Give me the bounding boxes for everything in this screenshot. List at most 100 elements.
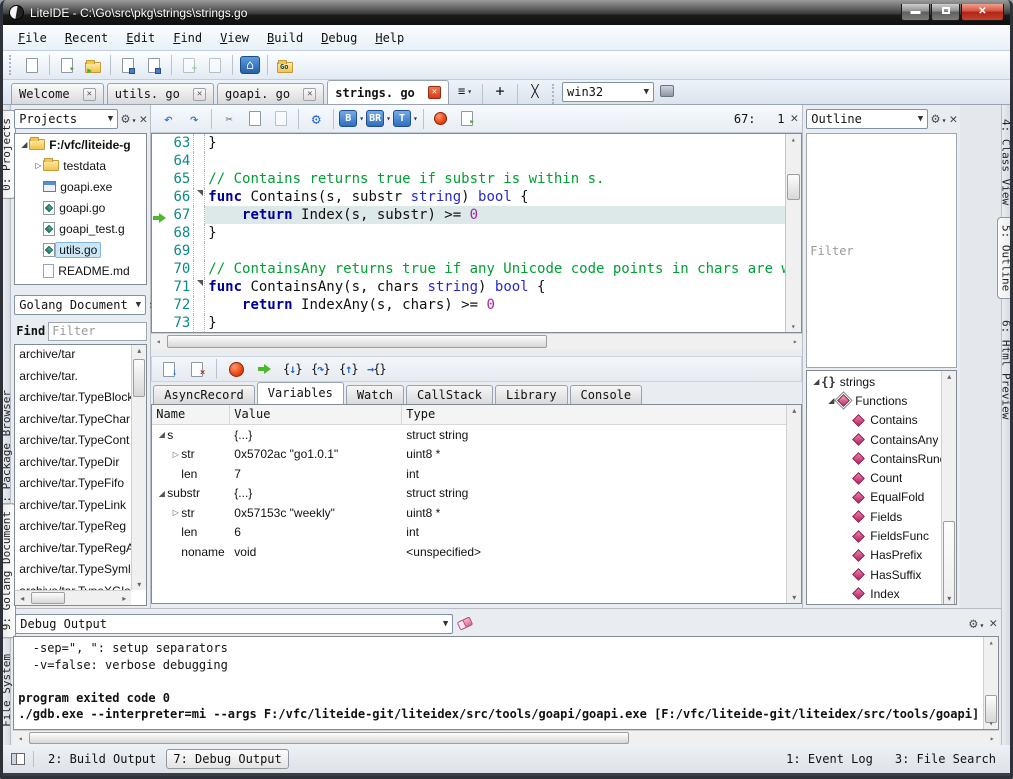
block-text-button[interactable]: T▾ <box>393 107 418 131</box>
save-all-icon[interactable] <box>142 53 166 77</box>
block-edit-button[interactable]: B▾ <box>339 107 364 131</box>
code-line-70[interactable]: 70// ContainsAny returns true if any Uni… <box>152 260 785 278</box>
outline-item-fieldsfunc[interactable]: FieldsFunc <box>807 526 941 545</box>
copy-icon[interactable] <box>243 107 267 131</box>
debug-tab-library[interactable]: Library <box>495 385 568 404</box>
open-file-icon[interactable]: ▸ <box>55 53 79 77</box>
doc-browser-combo[interactable]: Golang Document ▼ <box>14 295 146 315</box>
variable-row[interactable]: ◢substr{...}struct string <box>152 484 786 504</box>
open-folder-icon[interactable]: ▸ <box>81 53 105 77</box>
column-header-name[interactable]: Name <box>152 405 230 424</box>
tree-expander-icon[interactable]: ▷ <box>33 161 43 170</box>
menu-debug[interactable]: Debug <box>312 28 366 48</box>
code-line-67[interactable]: 67 return Index(s, substr) >= 0 <box>152 206 785 224</box>
menu-view[interactable]: View <box>211 28 258 48</box>
scroll-down-icon[interactable]: ▾ <box>942 594 956 603</box>
scroll-down-icon[interactable]: ▾ <box>132 580 146 589</box>
tree-expander-icon[interactable]: ▷ <box>170 508 181 517</box>
code-editor[interactable]: 63}6465// Contains returns true if subst… <box>151 133 802 333</box>
outline-item-strings[interactable]: ◢{}strings <box>807 372 941 391</box>
close-all-icon[interactable]: ╳ <box>523 79 547 103</box>
panel-gear-icon[interactable]: ⚙▾ <box>931 111 946 127</box>
tab-close-icon[interactable]: ✕ <box>193 88 206 101</box>
doc-list-item[interactable]: archive/tar.TypeChar <box>19 412 131 434</box>
go-env-icon[interactable]: Go <box>273 53 297 77</box>
outline-item-hassuffix[interactable]: HasSuffix <box>807 565 941 584</box>
tree-item-goapi-go[interactable]: goapi.go <box>15 197 146 218</box>
status--file-search[interactable]: 3: File Search <box>889 750 1002 768</box>
outline-item-equalfold[interactable]: EqualFold <box>807 488 941 507</box>
code-line-71[interactable]: 71func ContainsAny(s, chars string) bool… <box>152 278 785 296</box>
scroll-right-icon[interactable]: ▸ <box>985 734 999 743</box>
tree-item-readme-md[interactable]: README.md <box>15 260 146 281</box>
doc-list-item[interactable]: archive/tar.TypeCont <box>19 433 131 455</box>
open-file-list-icon[interactable]: ≡▾ <box>453 79 477 103</box>
stop-debug-icon[interactable] <box>224 357 248 381</box>
outline-item-count[interactable]: Count <box>807 468 941 487</box>
doc-list-item[interactable]: archive/tar.TypeBlock <box>19 390 131 412</box>
variable-row[interactable]: len6int <box>152 523 786 543</box>
code-line-66[interactable]: 66func Contains(s, substr string) bool { <box>152 188 785 206</box>
outline-vscrollbar[interactable]: ▴ ≡ ▾ <box>941 371 956 604</box>
scroll-right-icon[interactable]: ▸ <box>117 594 131 603</box>
tree-expander-icon[interactable]: ◢ <box>156 430 167 439</box>
tab-close-icon[interactable]: ✕ <box>303 88 316 101</box>
scroll-down-icon[interactable]: ▾ <box>787 593 801 602</box>
load-session-icon[interactable]: ↓ <box>157 357 181 381</box>
menu-recent[interactable]: Recent <box>56 28 117 48</box>
outline-item-containsany[interactable]: ContainsAny <box>807 430 941 449</box>
doc-list-item[interactable]: archive/tar.TypeLink <box>19 498 131 520</box>
variable-row[interactable]: len7int <box>152 464 786 484</box>
build-config-button[interactable] <box>655 79 679 103</box>
outline-item-index[interactable]: Index <box>807 584 941 603</box>
menu-find[interactable]: Find <box>164 28 211 48</box>
doc-list-item[interactable]: archive/tar.TypeFifo <box>19 476 131 498</box>
doc-list-item[interactable]: archive/tar. <box>19 369 131 391</box>
doc-list-item[interactable]: archive/tar.TypeRegA <box>19 541 131 563</box>
debug-tab-asyncrecord[interactable]: AsyncRecord <box>153 385 254 404</box>
panel-gear-icon[interactable]: ⚙▾ <box>969 616 984 632</box>
tab-goapi-go[interactable]: goapi. go ✕ <box>217 83 324 104</box>
scroll-left-icon[interactable]: ◂ <box>15 594 29 603</box>
doc-filter-input[interactable] <box>48 322 147 341</box>
column-header-value[interactable]: Value <box>230 405 402 424</box>
scroll-up-icon[interactable]: ▴ <box>984 638 998 647</box>
tree-item-goapi-test-g[interactable]: goapi_test.g <box>15 218 146 239</box>
tree-expander-icon[interactable]: ◢ <box>156 489 167 498</box>
add-tab-icon[interactable]: + <box>488 79 512 103</box>
tab-Welcome[interactable]: Welcome ✕ <box>11 83 104 104</box>
new-file-icon[interactable] <box>20 53 44 77</box>
title-bar[interactable]: LiteIDE - C:\Go\src\pkg\strings\strings.… <box>3 0 1010 25</box>
step-into-icon[interactable]: {↓} <box>280 357 304 381</box>
dock-tab-5-outline[interactable]: 5: Outline <box>997 217 1013 299</box>
tree-item-testdata[interactable]: ▷testdata <box>15 155 146 176</box>
tree-item-utils-go[interactable]: utils.go <box>15 239 146 260</box>
scroll-down-icon[interactable]: ▾ <box>786 322 800 331</box>
outline-item-functions[interactable]: ◢Functions <box>807 391 941 410</box>
close-button[interactable]: ✕ <box>961 4 1004 21</box>
run-to-line-icon[interactable]: →{} <box>364 357 388 381</box>
tree-item-goapi-exe[interactable]: goapi.exe <box>15 176 146 197</box>
target-combo[interactable]: win32▼ <box>562 82 654 102</box>
output-vscrollbar[interactable]: ▴ ▾ <box>983 637 998 729</box>
scroll-up-icon[interactable]: ▴ <box>786 135 800 144</box>
scroll-left-icon[interactable]: ◂ <box>151 337 165 346</box>
outline-combo[interactable]: Outline ▼ <box>806 109 928 129</box>
projects-combo[interactable]: Projects ▼ <box>14 109 118 129</box>
editor-hscrollbar[interactable]: ◂ ▸ <box>151 333 802 349</box>
code-line-63[interactable]: 63} <box>152 134 785 152</box>
tree-expander-icon[interactable]: ◢ <box>811 377 821 386</box>
block-replace-button[interactable]: BR▾ <box>366 107 391 131</box>
doc-list-item[interactable]: archive/tar.TypeSymlink <box>19 562 131 584</box>
status--event-log[interactable]: 1: Event Log <box>780 750 879 768</box>
status--build-output[interactable]: 2: Build Output <box>42 750 162 768</box>
output-combo[interactable]: Debug Output ▼ <box>15 614 453 634</box>
debug-output-text[interactable]: -sep=", ": setup separators -v=false: ve… <box>13 636 999 730</box>
debug-tab-console[interactable]: Console <box>570 385 643 404</box>
editor-close-icon[interactable]: ✕ <box>790 111 798 126</box>
close-session-icon[interactable]: × <box>185 357 209 381</box>
outline-filter-input[interactable] <box>806 133 957 368</box>
dock-tab-6-html-preview[interactable]: 6: Html Preview <box>998 313 1013 426</box>
doc-list-vscrollbar[interactable]: ▴ ▾ <box>131 345 146 590</box>
menu-edit[interactable]: Edit <box>117 28 164 48</box>
